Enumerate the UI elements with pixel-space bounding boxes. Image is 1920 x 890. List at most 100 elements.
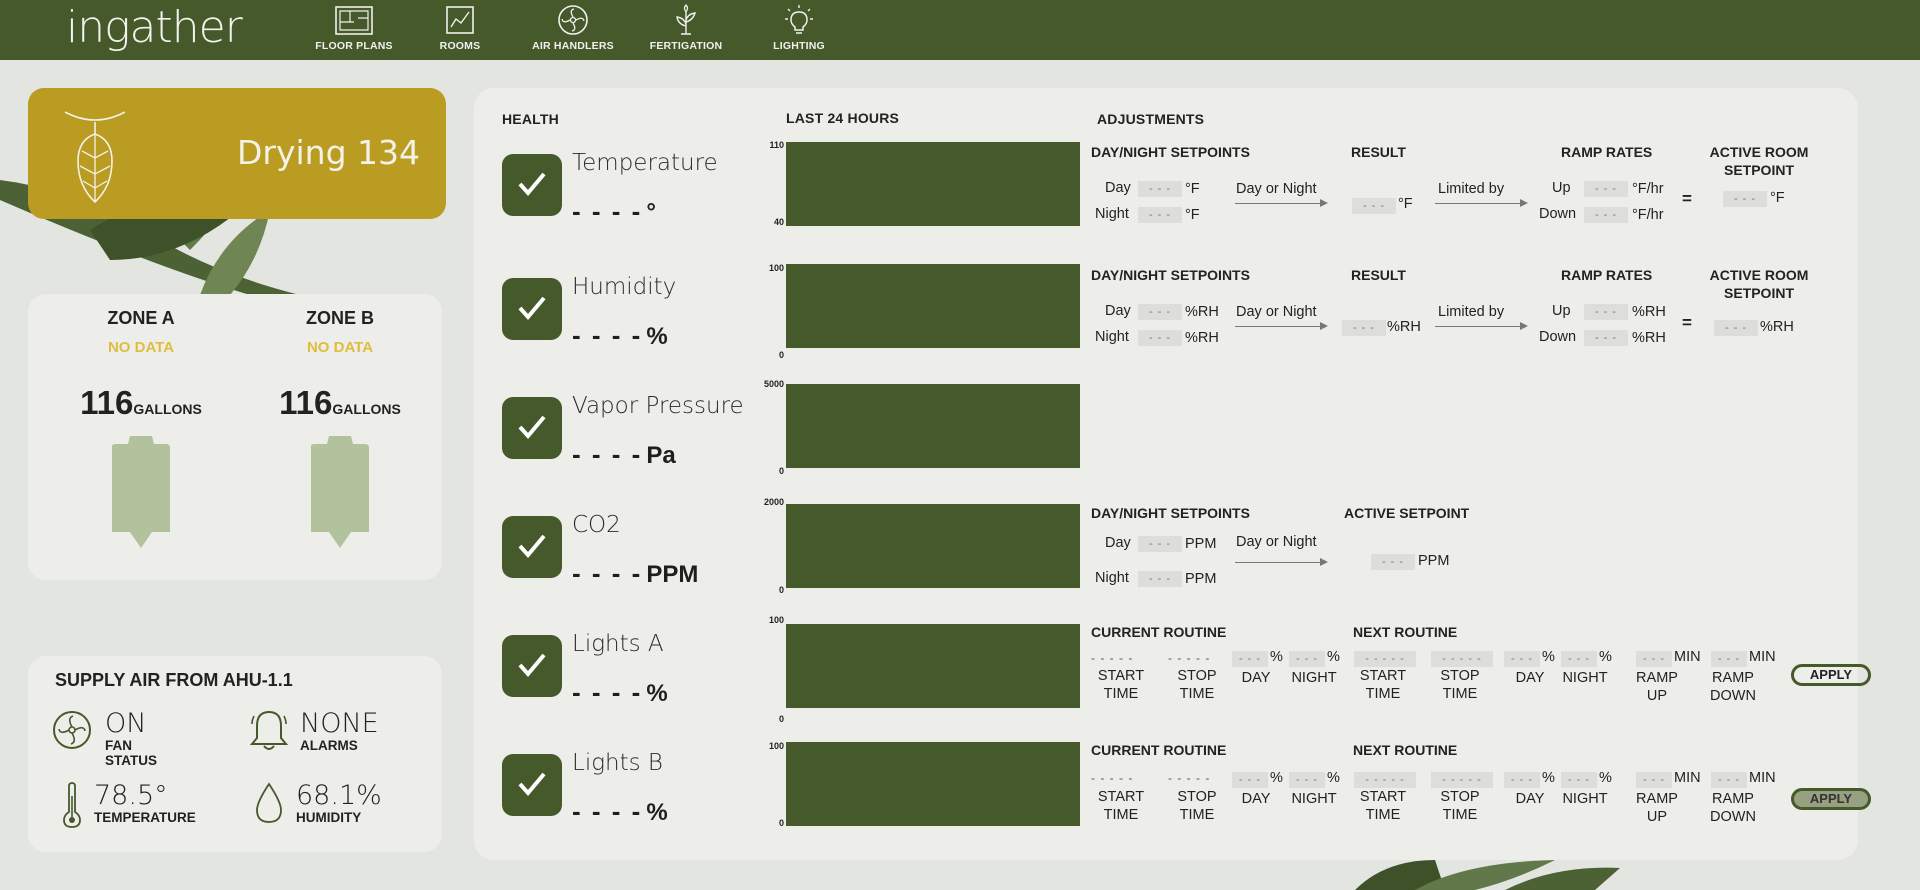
health-check-badge bbox=[502, 397, 562, 459]
temp-night-setpoint-input[interactable]: - - - bbox=[1138, 207, 1182, 223]
tank-icon bbox=[112, 436, 170, 548]
lights-b-next-day-input[interactable]: - - - bbox=[1504, 772, 1540, 788]
temperature-chart[interactable] bbox=[786, 142, 1080, 226]
lights-b-next-start-input[interactable]: - - - - - bbox=[1354, 772, 1416, 788]
lights-a-next-day-input[interactable]: - - - bbox=[1504, 651, 1540, 667]
lights-b-start-caption: START TIME bbox=[1094, 788, 1148, 824]
nav-lighting[interactable]: LIGHTING bbox=[744, 4, 854, 52]
metric-lights-b[interactable]: Lights B - - - -% bbox=[502, 750, 762, 834]
thermometer-icon bbox=[63, 782, 81, 828]
lights-b-next-day-caption: DAY bbox=[1515, 791, 1545, 807]
zones-card: ZONE A NO DATA 116GALLONS ZONE B NO DATA… bbox=[28, 294, 442, 580]
health-check-badge bbox=[502, 754, 562, 816]
lights-a-current-day-input[interactable]: - - - bbox=[1232, 651, 1268, 667]
fan-icon bbox=[53, 711, 91, 749]
caption-line: STOP bbox=[1177, 789, 1217, 805]
hum-day-label: Day bbox=[1105, 303, 1131, 319]
co2-active-setpoint-header: ACTIVE SETPOINT bbox=[1344, 505, 1470, 521]
metric-unit: Pa bbox=[646, 442, 676, 469]
co2-day-or-night-label: Day or Night bbox=[1236, 534, 1317, 550]
lights-a-ramp-up-input[interactable]: - - - bbox=[1636, 651, 1672, 667]
metric-lights-a[interactable]: Lights A - - - -% bbox=[502, 631, 762, 715]
co2-night-label: Night bbox=[1095, 570, 1129, 586]
lights-b-next-night-input[interactable]: - - - bbox=[1561, 772, 1597, 788]
caption-line: RAMP bbox=[1636, 670, 1678, 686]
supply-temperature-value: 78.5° bbox=[94, 780, 168, 811]
lights-b-next-night-caption: NIGHT bbox=[1562, 791, 1608, 807]
hum-ramp-down-input[interactable]: - - - bbox=[1584, 330, 1628, 346]
hum-night-setpoint-input[interactable]: - - - bbox=[1138, 330, 1182, 346]
lights-a-current-night-input[interactable]: - - - bbox=[1289, 651, 1325, 667]
tank-icon bbox=[311, 436, 369, 548]
lights-a-chart[interactable] bbox=[786, 624, 1080, 708]
hum-ramp-up-input[interactable]: - - - bbox=[1584, 304, 1628, 320]
hum-day-setpoint-input[interactable]: - - - bbox=[1138, 304, 1182, 320]
bell-icon bbox=[249, 710, 289, 750]
lights-b-apply-button[interactable]: APPLY bbox=[1791, 788, 1871, 810]
alarms-value: NONE bbox=[300, 708, 379, 739]
hum-active-room-header-2: SETPOINT bbox=[1723, 285, 1794, 301]
lights-b-chart[interactable] bbox=[786, 742, 1080, 826]
metric-vapor-pressure[interactable]: Vapor Pressure - - - - Pa bbox=[502, 393, 762, 477]
temp-result-value: - - - bbox=[1352, 198, 1396, 214]
temp-ramp-up-input[interactable]: - - - bbox=[1584, 181, 1628, 197]
lights-a-ramp-up-caption: RAMP UP bbox=[1634, 669, 1680, 705]
lights-b-next-stop-input[interactable]: - - - - - bbox=[1431, 772, 1493, 788]
checkmark-icon bbox=[518, 534, 546, 559]
supply-humidity-value: 68.1% bbox=[296, 780, 382, 811]
temp-active-room-unit: °F bbox=[1770, 190, 1785, 206]
lights-b-current-night-input[interactable]: - - - bbox=[1289, 772, 1325, 788]
supply-title: SUPPLY AIR FROM AHU-1.1 bbox=[55, 670, 293, 690]
lights-b-ramp-up-input[interactable]: - - - bbox=[1636, 772, 1672, 788]
nav-air-handlers[interactable]: AIR HANDLERS bbox=[518, 4, 628, 52]
co2-chart[interactable] bbox=[786, 504, 1080, 588]
temp-day-setpoint-input[interactable]: - - - bbox=[1138, 181, 1182, 197]
co2-night-unit: PPM bbox=[1185, 571, 1217, 587]
nav-floor-plans[interactable]: FLOOR PLANS bbox=[299, 4, 409, 52]
metric-unit: PPM bbox=[646, 561, 699, 588]
lights-a-next-stop-input[interactable]: - - - - - bbox=[1431, 651, 1493, 667]
zone-gallons-value: 116 bbox=[80, 384, 134, 421]
hum-active-room-value: - - - bbox=[1714, 320, 1758, 336]
lights-a-next-night-input[interactable]: - - - bbox=[1561, 651, 1597, 667]
rooms-chart-icon bbox=[446, 6, 474, 34]
lights-b-next-stop-caption: STOP TIME bbox=[1435, 788, 1485, 824]
lights-a-apply-button[interactable]: APPLY bbox=[1791, 664, 1871, 686]
nav-rooms[interactable]: ROOMS bbox=[405, 4, 515, 52]
temp-ramp-down-input[interactable]: - - - bbox=[1584, 207, 1628, 223]
temp-night-label: Night bbox=[1095, 206, 1129, 222]
metric-temperature[interactable]: Temperature - - - - ° bbox=[502, 150, 762, 234]
metric-humidity[interactable]: Humidity - - - -% bbox=[502, 274, 762, 358]
lights-b-current-day-input[interactable]: - - - bbox=[1232, 772, 1268, 788]
lights-a-current-stop-input[interactable]: - - - - - bbox=[1168, 651, 1210, 665]
vapor-pressure-chart[interactable] bbox=[786, 384, 1080, 468]
lights-a-stop-caption: STOP TIME bbox=[1172, 667, 1222, 703]
adjustments-header: ADJUSTMENTS bbox=[1097, 111, 1205, 127]
lights-a-next-night-caption: NIGHT bbox=[1562, 670, 1608, 686]
metric-co2[interactable]: CO2 - - - - PPM bbox=[502, 512, 762, 596]
co2-day-setpoint-input[interactable]: - - - bbox=[1138, 536, 1182, 552]
lights-b-ramp-down-input[interactable]: - - - bbox=[1711, 772, 1747, 788]
lights-a-current-start-input[interactable]: - - - - - bbox=[1091, 651, 1133, 665]
lights-b-current-stop-input[interactable]: - - - - - bbox=[1168, 771, 1210, 785]
zone-a[interactable]: ZONE A NO DATA 116GALLONS bbox=[56, 294, 226, 555]
lights-a-next-start-input[interactable]: - - - - - bbox=[1354, 651, 1416, 667]
nav-air-handlers-label: AIR HANDLERS bbox=[532, 40, 614, 52]
metric-value-number: - - - - bbox=[572, 320, 643, 350]
app-logo[interactable]: ingather bbox=[66, 2, 243, 53]
lights-a-ramp-down-input[interactable]: - - - bbox=[1711, 651, 1747, 667]
nav-fertigation[interactable]: FERTIGATION bbox=[631, 4, 741, 52]
metric-name: Temperature bbox=[572, 150, 718, 176]
lights-b-current-start-input[interactable]: - - - - - bbox=[1091, 771, 1133, 785]
metric-value: - - - - ° bbox=[572, 196, 656, 227]
humidity-chart[interactable] bbox=[786, 264, 1080, 348]
health-check-badge bbox=[502, 635, 562, 697]
zone-gallons-unit: GALLONS bbox=[332, 401, 401, 417]
hum-result-value: - - - bbox=[1342, 320, 1386, 336]
temp-active-room-header-1: ACTIVE ROOM bbox=[1709, 144, 1809, 160]
plant-icon bbox=[676, 4, 696, 35]
arrow-icon bbox=[1235, 322, 1328, 330]
room-header-card: Drying 134 bbox=[28, 88, 446, 219]
co2-night-setpoint-input[interactable]: - - - bbox=[1138, 571, 1182, 587]
zone-b[interactable]: ZONE B NO DATA 116GALLONS bbox=[255, 294, 425, 555]
